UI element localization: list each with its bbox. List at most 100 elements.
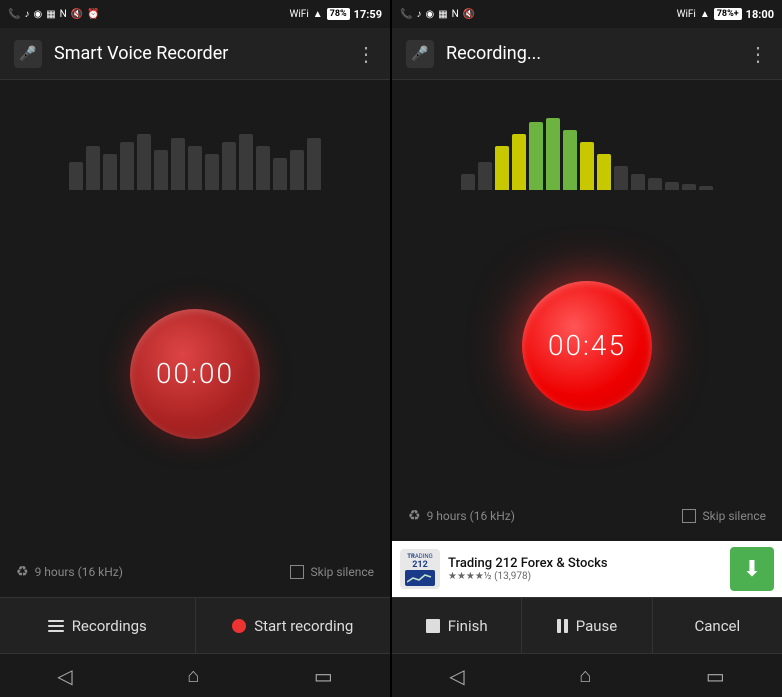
left-status-right: WiFi ▲ 78% 17:59: [290, 8, 383, 21]
left-status-img-icon: ▦: [46, 9, 55, 20]
right-phone-panel: 📞 ♪ ◉ ▦ N 🔇 WiFi ▲ 78%+ 18:00 🎤 Recordin…: [392, 0, 782, 697]
eq-bar-6: [154, 150, 168, 190]
left-recordings-label: Recordings: [72, 617, 147, 635]
right-recents-button[interactable]: ▭: [706, 664, 725, 688]
ad-banner[interactable]: TRADING 212 Trading 212 Forex & Stocks ★…: [392, 541, 782, 597]
r-eq-bar-1: [461, 174, 475, 190]
ad-company-num: 212: [412, 560, 428, 570]
left-time: 17:59: [354, 8, 382, 21]
right-cancel-button[interactable]: Cancel: [653, 598, 782, 653]
right-status-mute-icon: 🔇: [463, 9, 475, 20]
right-status-img-icon: ▦: [438, 9, 447, 20]
left-home-button[interactable]: ⌂: [187, 663, 199, 688]
r-eq-bar-2: [478, 162, 492, 190]
eq-bar-15: [307, 138, 321, 190]
stop-square-icon: [426, 619, 440, 633]
right-pause-label: Pause: [576, 617, 618, 635]
left-skip-silence-label: Skip silence: [310, 565, 374, 579]
eq-bar-7: [171, 138, 185, 190]
eq-bar-14: [290, 150, 304, 190]
left-battery: 78%: [327, 8, 350, 20]
ad-title: Trading 212 Forex & Stocks: [448, 556, 722, 571]
right-status-music-icon: ♪: [416, 9, 421, 20]
eq-bar-12: [256, 146, 270, 190]
r-eq-bar-14: [682, 184, 696, 190]
right-app-content: 00:45 ♻ 9 hours (16 kHz) Skip silence TR…: [392, 80, 782, 597]
left-bottom-toolbar: Recordings Start recording: [0, 597, 390, 653]
left-status-phone-icon: 📞: [8, 9, 20, 20]
ad-company-top: TRADING: [407, 553, 432, 560]
right-equalizer: [392, 80, 782, 200]
eq-bar-1: [69, 162, 83, 190]
right-battery: 78%+: [714, 8, 742, 20]
right-bottom-toolbar: Finish Pause Cancel: [392, 597, 782, 653]
right-timer-display: 00:45: [548, 329, 626, 362]
left-storage-text: 9 hours (16 kHz): [35, 565, 123, 579]
left-storage-info: ♻ 9 hours (16 kHz): [16, 564, 123, 580]
right-wifi-icon: WiFi: [677, 9, 696, 20]
left-status-icons: 📞 ♪ ◉ ▦ N 🔇 ⏰: [8, 9, 100, 20]
right-skip-silence-checkbox[interactable]: [682, 509, 696, 523]
right-bottom-status: ♻ 9 hours (16 kHz) Skip silence: [392, 491, 782, 541]
pause-icon: [557, 619, 568, 633]
right-cancel-label: Cancel: [694, 617, 740, 635]
r-eq-bar-13: [665, 182, 679, 190]
right-status-bar: 📞 ♪ ◉ ▦ N 🔇 WiFi ▲ 78%+ 18:00: [392, 0, 782, 28]
left-status-alarm-icon: ⏰: [87, 9, 99, 20]
ad-text: Trading 212 Forex & Stocks ★★★★½ (13,978…: [448, 556, 722, 582]
ad-download-button[interactable]: ⬇: [730, 547, 774, 591]
right-storage-text: 9 hours (16 kHz): [427, 509, 515, 523]
r-eq-bar-9: [597, 154, 611, 190]
right-status-icons: 📞 ♪ ◉ ▦ N 🔇: [400, 9, 475, 20]
left-equalizer: [0, 80, 390, 200]
eq-bar-3: [103, 154, 117, 190]
eq-bar-9: [205, 154, 219, 190]
left-status-mute-icon: 🔇: [71, 9, 83, 20]
left-menu-button[interactable]: ⋮: [356, 42, 376, 66]
right-pause-button[interactable]: Pause: [522, 598, 652, 653]
r-eq-bar-12: [648, 178, 662, 190]
left-signal-icon: ▲: [313, 9, 323, 20]
left-start-recording-label: Start recording: [254, 617, 353, 635]
r-eq-bar-4: [512, 134, 526, 190]
right-finish-label: Finish: [448, 617, 488, 635]
right-finish-button[interactable]: Finish: [392, 598, 522, 653]
left-start-recording-button[interactable]: Start recording: [196, 598, 391, 653]
right-back-button[interactable]: ◁: [449, 664, 464, 688]
left-nav-bar: ◁ ⌂ ▭: [0, 653, 390, 697]
left-record-button-container: 00:00: [130, 200, 260, 547]
right-home-button[interactable]: ⌂: [579, 663, 591, 688]
r-eq-bar-11: [631, 174, 645, 190]
left-status-location-icon: ◉: [33, 9, 42, 20]
left-app-title: Smart Voice Recorder: [54, 43, 356, 64]
left-skip-silence: Skip silence: [290, 565, 374, 579]
right-record-button-container: 00:45: [522, 200, 652, 491]
left-record-button[interactable]: 00:00: [130, 309, 260, 439]
left-app-header: 🎤 Smart Voice Recorder ⋮: [0, 28, 390, 80]
r-eq-bar-7: [563, 130, 577, 190]
right-storage-info: ♻ 9 hours (16 kHz): [408, 508, 515, 524]
right-status-right: WiFi ▲ 78%+ 18:00: [677, 8, 774, 21]
right-skip-silence-label: Skip silence: [702, 509, 766, 523]
left-phone-panel: 📞 ♪ ◉ ▦ N 🔇 ⏰ WiFi ▲ 78% 17:59 🎤 Smart V…: [0, 0, 390, 697]
right-storage-icon: ♻: [408, 508, 421, 524]
left-mic-icon: 🎤: [14, 40, 42, 68]
left-recents-button[interactable]: ▭: [314, 664, 333, 688]
eq-bar-5: [137, 134, 151, 190]
left-bottom-status: ♻ 9 hours (16 kHz) Skip silence: [0, 547, 390, 597]
eq-bar-4: [120, 142, 134, 190]
right-app-header: 🎤 Recording... ⋮: [392, 28, 782, 80]
right-app-title: Recording...: [446, 43, 748, 64]
right-status-location-icon: ◉: [425, 9, 434, 20]
right-record-button[interactable]: 00:45: [522, 281, 652, 411]
download-icon: ⬇: [743, 557, 761, 582]
left-back-button[interactable]: ◁: [57, 664, 72, 688]
left-skip-silence-checkbox[interactable]: [290, 565, 304, 579]
record-dot-icon: [232, 619, 246, 633]
right-skip-silence: Skip silence: [682, 509, 766, 523]
eq-bar-11: [239, 134, 253, 190]
eq-bar-2: [86, 146, 100, 190]
right-menu-button[interactable]: ⋮: [748, 42, 768, 66]
eq-bar-8: [188, 146, 202, 190]
left-recordings-button[interactable]: Recordings: [0, 598, 196, 653]
